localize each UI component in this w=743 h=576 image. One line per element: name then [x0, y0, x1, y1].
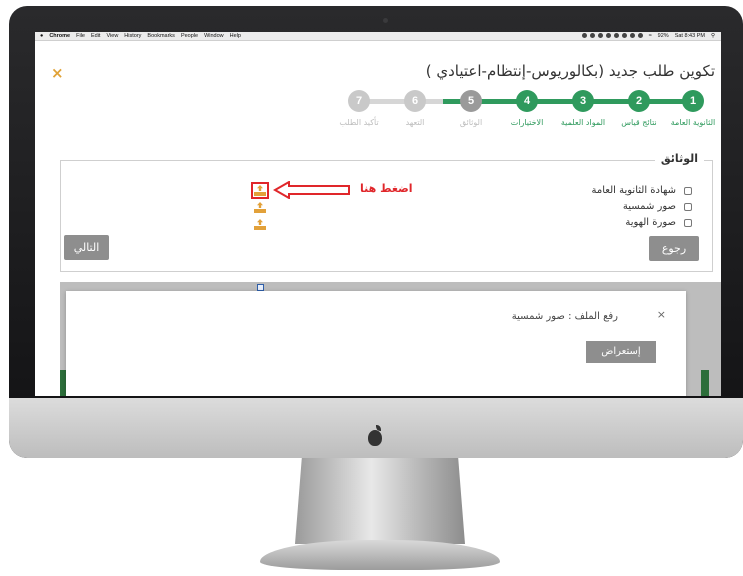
step-3[interactable]: 3 المواد العلمية	[561, 90, 605, 127]
wifi-icon[interactable]: ≈	[649, 33, 652, 39]
step-4[interactable]: 4 الاختيارات	[511, 90, 543, 127]
step-label: نتائج قياس	[621, 118, 657, 127]
document-row: صورة الهوية	[625, 217, 692, 228]
step-label: الثانوية العامة	[670, 118, 716, 127]
status-icon[interactable]	[597, 33, 603, 38]
page-title: تكوين طلب جديد (بكالوريوس-إنتظام-اعتيادي…	[425, 62, 715, 80]
menu-window[interactable]: Window	[204, 33, 224, 39]
close-icon[interactable]: ×	[51, 64, 64, 82]
step-1[interactable]: 1 الثانوية العامة	[671, 90, 715, 127]
apple-menu-icon[interactable]: ●	[40, 33, 43, 39]
camera-icon	[383, 18, 388, 23]
menu-edit[interactable]: Edit	[91, 33, 100, 39]
menu-file[interactable]: File	[76, 33, 85, 39]
step-7[interactable]: 7 تأكيد الطلب	[339, 90, 379, 127]
monitor-stand-base	[260, 540, 500, 570]
menu-history[interactable]: History	[124, 33, 141, 39]
step-label: الاختيارات	[510, 118, 544, 127]
document-row: شهادة الثانوية العامة	[592, 185, 692, 196]
upload-modal: × رفع الملف : صور شمسية إستعراض	[66, 291, 686, 396]
document-label: صورة الهوية	[625, 217, 676, 228]
apple-logo-icon	[368, 425, 382, 446]
screen: ● Chrome File Edit View History Bookmark…	[35, 32, 721, 396]
step-label: الوثائق	[459, 118, 483, 127]
press-here-annotation: اضغط هنا	[360, 182, 413, 195]
step-label: التعهد	[405, 118, 425, 127]
stepper-line-pending	[359, 99, 443, 104]
document-checkbox[interactable]	[684, 202, 692, 211]
upload-icon	[257, 284, 264, 291]
clock[interactable]: Sat 8:43 PM	[675, 33, 705, 39]
menu-view[interactable]: View	[106, 33, 118, 39]
documents-legend: الوثائق	[654, 152, 704, 165]
status-icons[interactable]	[581, 33, 643, 39]
step-5[interactable]: 5 الوثائق	[459, 90, 483, 127]
modal-title: رفع الملف : صور شمسية	[511, 311, 618, 322]
battery-percent[interactable]: 92%	[658, 33, 669, 39]
step-number: 4	[516, 90, 538, 112]
status-icon[interactable]	[621, 33, 627, 38]
menu-app-name[interactable]: Chrome	[49, 33, 70, 39]
status-icon[interactable]	[629, 33, 635, 38]
monitor-stand	[295, 458, 465, 544]
step-label: تأكيد الطلب	[339, 118, 379, 127]
document-row: صور شمسية	[623, 201, 692, 212]
modal-close-icon[interactable]: ×	[657, 308, 666, 321]
highlight-box	[251, 182, 269, 199]
document-checkbox[interactable]	[684, 218, 692, 227]
browse-button[interactable]: إستعراض	[586, 341, 656, 363]
step-number: 7	[348, 90, 370, 112]
upload-icon[interactable]	[254, 202, 266, 213]
mac-menu-bar: ● Chrome File Edit View History Bookmark…	[35, 32, 721, 41]
next-button[interactable]: التالي	[64, 235, 109, 260]
background-bar	[701, 370, 709, 396]
step-label: المواد العلمية	[560, 118, 606, 127]
document-checkbox[interactable]	[684, 186, 692, 195]
document-label: صور شمسية	[622, 201, 676, 212]
document-label: شهادة الثانوية العامة	[591, 185, 676, 196]
status-icon[interactable]	[613, 33, 619, 38]
step-number: 6	[404, 90, 426, 112]
upload-icon[interactable]	[254, 219, 266, 230]
back-button[interactable]: رجوع	[649, 236, 699, 261]
progress-stepper: 7 تأكيد الطلب 6 التعهد 5 الوثائق 4 الاخت…	[339, 90, 715, 130]
step-6[interactable]: 6 التعهد	[403, 90, 427, 127]
menu-help[interactable]: Help	[230, 33, 241, 39]
status-icon[interactable]	[581, 33, 587, 38]
status-icon[interactable]	[589, 33, 595, 38]
documents-panel: الوثائق شهادة الثانوية العامة صور شمسية …	[60, 152, 713, 272]
step-number: 1	[682, 90, 704, 112]
status-icon[interactable]	[605, 33, 611, 38]
status-icon[interactable]	[637, 33, 643, 38]
menu-bookmarks[interactable]: Bookmarks	[147, 33, 175, 39]
step-number: 3	[572, 90, 594, 112]
step-2[interactable]: 2 نتائج قياس	[621, 90, 657, 127]
menu-people[interactable]: People	[181, 33, 198, 39]
step-number: 2	[628, 90, 650, 112]
pointer-arrow-icon	[273, 181, 350, 199]
step-number: 5	[460, 90, 482, 112]
spotlight-search-icon[interactable]: ⚲	[711, 33, 715, 39]
imac-display: ● Chrome File Edit View History Bookmark…	[0, 0, 743, 576]
